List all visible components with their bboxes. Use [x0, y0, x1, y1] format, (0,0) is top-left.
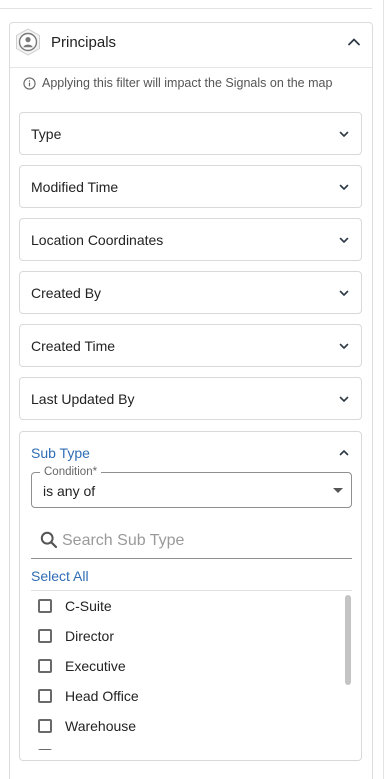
filter-label: Created By	[31, 285, 102, 301]
condition-value: is any of	[43, 483, 96, 499]
list-item[interactable]: C-Suite	[31, 591, 331, 621]
filter-type[interactable]: Type	[19, 112, 362, 155]
top-divider	[0, 8, 372, 9]
header-divider	[10, 67, 372, 68]
list-item[interactable]: Warehouse	[31, 711, 331, 741]
checkbox[interactable]	[38, 689, 52, 703]
chevron-down-icon	[339, 237, 349, 243]
checkbox[interactable]	[38, 629, 52, 643]
panel-header[interactable]: Principals	[10, 23, 372, 63]
search-input[interactable]	[62, 528, 342, 554]
filter-label: Type	[31, 126, 62, 142]
filter-label: Created Time	[31, 338, 116, 354]
filter-last-updated-by[interactable]: Last Updated By	[19, 377, 362, 420]
dropdown-arrow-icon	[333, 488, 343, 493]
chevron-down-icon	[339, 396, 349, 402]
person-hexagon-icon	[16, 28, 40, 56]
item-label: C-Suite	[65, 598, 112, 614]
filter-location-coordinates[interactable]: Location Coordinates	[19, 218, 362, 261]
condition-select[interactable]: Condition* is any of	[31, 465, 352, 508]
right-divider	[383, 0, 384, 779]
chevron-up-icon[interactable]	[337, 446, 351, 460]
scrollbar[interactable]	[343, 593, 352, 749]
filter-modified-time[interactable]: Modified Time	[19, 165, 362, 208]
principals-panel: Principals Applying this filter will imp…	[9, 22, 373, 779]
checkbox[interactable]	[38, 719, 52, 733]
filter-label: Modified Time	[31, 179, 119, 195]
sub-type-options: C-Suite Director Executive Head Office W…	[31, 590, 352, 750]
info-icon	[23, 76, 36, 90]
chevron-up-icon[interactable]	[346, 34, 362, 50]
chevron-down-icon	[339, 184, 349, 190]
sub-type-search	[31, 526, 352, 559]
list-item[interactable]: Director	[31, 621, 331, 651]
list-item-partial[interactable]	[31, 741, 331, 750]
chevron-down-icon	[339, 131, 349, 137]
panel-title: Principals	[51, 34, 117, 51]
chevron-down-icon	[339, 290, 349, 296]
required-mark: *	[92, 466, 98, 478]
item-label: Executive	[65, 658, 126, 674]
filter-created-time[interactable]: Created Time	[19, 324, 362, 367]
filter-sub-type: Sub Type Condition* is any of Select All…	[19, 431, 362, 761]
filter-created-by[interactable]: Created By	[19, 271, 362, 314]
scrollbar-thumb[interactable]	[345, 595, 351, 685]
list-item[interactable]: Head Office	[31, 681, 331, 711]
item-label: Head Office	[65, 688, 139, 704]
select-all-link[interactable]: Select All	[31, 568, 89, 584]
list-item[interactable]: Executive	[31, 651, 331, 681]
search-icon	[40, 531, 58, 549]
sub-type-title[interactable]: Sub Type	[31, 445, 90, 461]
filter-label: Location Coordinates	[31, 232, 164, 248]
condition-label: Condition*	[40, 465, 102, 479]
item-label: Director	[65, 628, 115, 644]
info-text: Applying this filter will impact the Sig…	[42, 76, 333, 90]
info-notice: Applying this filter will impact the Sig…	[23, 75, 332, 91]
checkbox[interactable]	[38, 659, 52, 673]
checkbox[interactable]	[38, 749, 52, 750]
item-label: Warehouse	[65, 718, 137, 734]
checkbox[interactable]	[38, 599, 52, 613]
filter-label: Last Updated By	[31, 391, 135, 407]
chevron-down-icon	[339, 343, 349, 349]
